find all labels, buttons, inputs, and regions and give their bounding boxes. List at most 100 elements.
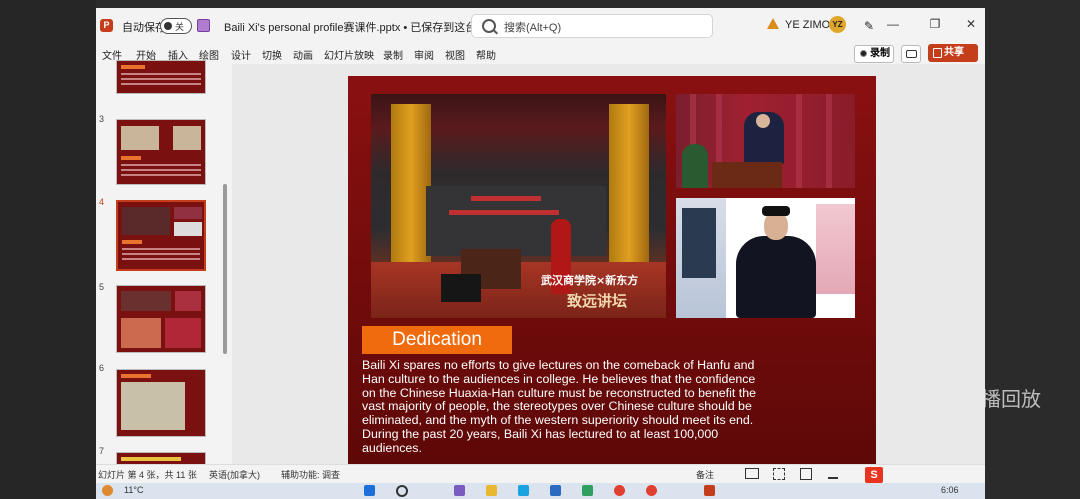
weather-temp: 11°C (124, 485, 144, 495)
explorer-icon[interactable] (486, 485, 497, 496)
slide-4[interactable]: 武汉商学院×新东方 致远讲坛 Dedication Baili Xi spare… (348, 76, 876, 466)
plant (682, 144, 708, 188)
speaker-face (764, 212, 788, 240)
thumbnail-scrollbar[interactable] (223, 184, 227, 354)
search-icon (482, 19, 496, 33)
thumb-text (121, 174, 201, 176)
comments-button[interactable] (901, 45, 921, 63)
body-line: on the Chinese Huaxia-Han culture must b… (362, 385, 756, 400)
avatar[interactable]: YZ (829, 16, 846, 33)
app-icon[interactable] (582, 485, 593, 496)
curtain (609, 104, 649, 269)
thumb-heading (121, 65, 145, 69)
thumb-heading (122, 240, 142, 244)
slide-number: 5 (99, 282, 105, 292)
body-line: audiences. (362, 440, 422, 455)
autosave-toggle[interactable]: 关 (160, 18, 192, 34)
thumb-text (122, 258, 200, 260)
thumb-text (122, 248, 200, 250)
speaker-figure (736, 236, 816, 318)
comment-icon (906, 50, 917, 58)
dedication-body: Baili Xi spares no efforts to give lectu… (362, 358, 862, 456)
slide-number: 3 (99, 114, 105, 124)
screen-text (471, 196, 541, 201)
minimize-button[interactable]: — (886, 17, 900, 31)
thumb-photo (173, 126, 201, 150)
tab-transitions[interactable]: 切换 (262, 47, 282, 62)
record-icon (860, 50, 867, 57)
thumb-text (121, 164, 201, 166)
thumb-photo (121, 318, 161, 348)
app-icon[interactable] (550, 485, 561, 496)
share-icon (933, 48, 942, 58)
accessibility-status[interactable]: 辅助功能: 调查 (281, 468, 340, 481)
thumb-photo (121, 291, 171, 311)
record-label: 录制 (870, 48, 890, 59)
pen-icon[interactable]: ✎ (864, 19, 876, 33)
speaker-face (756, 114, 770, 128)
reading-view-icon[interactable] (800, 468, 812, 480)
chrome-icon[interactable] (614, 485, 625, 496)
slide-thumbnail-panel: 3 4 5 6 7 (96, 60, 232, 472)
powerpoint-window: P 自动保存 关 Baili Xi's personal profile赛课件.… (96, 8, 985, 499)
ime-logo-icon[interactable]: S (865, 467, 883, 483)
thumb-text (121, 73, 201, 75)
tab-slideshow[interactable]: 幻灯片放映 (324, 47, 374, 62)
search-placeholder: 搜索(Alt+Q) (504, 22, 562, 34)
close-button[interactable]: ✕ (964, 17, 978, 31)
tab-help[interactable]: 帮助 (476, 47, 496, 62)
save-icon[interactable] (197, 19, 210, 32)
powerpoint-logo-icon: P (100, 19, 113, 32)
thumb-photo (174, 207, 202, 219)
thumb-photo (165, 318, 201, 348)
taskbar-search-icon[interactable] (396, 485, 408, 497)
slide-number: 4 (99, 197, 105, 207)
teams-icon[interactable] (454, 485, 465, 496)
clock: 6:06 (941, 485, 959, 495)
edge-icon[interactable] (518, 485, 529, 496)
powerpoint-taskbar-icon[interactable] (704, 485, 715, 496)
notes-button[interactable]: 备注 (696, 468, 714, 481)
curtain (391, 104, 431, 269)
slide-count: 幻灯片 第 4 张，共 11 张 (98, 470, 197, 480)
warning-icon[interactable] (767, 18, 779, 29)
tab-design[interactable]: 设计 (231, 47, 251, 62)
speaker-hat (762, 206, 790, 216)
thumbnail-image (116, 119, 206, 185)
body-line: During the past 20 years, Baili Xi has l… (362, 426, 719, 441)
slide-sorter-icon[interactable] (773, 468, 785, 480)
autosave-state: 关 (175, 22, 185, 32)
screen-text (449, 210, 559, 215)
thumbnail-image (116, 285, 206, 353)
language-indicator[interactable]: 英语(加拿大) (209, 468, 260, 481)
calligraphy-scroll (682, 208, 716, 278)
right-black-margin (985, 0, 1080, 499)
curtain-fold (826, 94, 832, 188)
user-name[interactable]: YE ZIMO (785, 19, 830, 31)
tab-record[interactable]: 录制 (383, 47, 403, 62)
loudspeaker (441, 274, 481, 302)
share-button[interactable]: 共享 (928, 44, 978, 62)
tab-animations[interactable]: 动画 (293, 47, 313, 62)
left-black-margin (0, 0, 96, 499)
thumb-photo (174, 222, 202, 236)
thumb-photo (121, 126, 159, 150)
dedication-heading: Dedication (362, 326, 512, 354)
thumb-heading (121, 156, 141, 160)
search-box[interactable]: 搜索(Alt+Q) (471, 14, 713, 38)
tab-view[interactable]: 视图 (445, 47, 465, 62)
tab-review[interactable]: 审阅 (414, 47, 434, 62)
start-icon[interactable] (364, 485, 375, 496)
curtain-fold (796, 94, 802, 188)
thumb-photo (175, 291, 201, 311)
maximize-button[interactable]: ❐ (928, 17, 942, 31)
record-button[interactable]: 录制 (854, 45, 894, 63)
lectern (712, 162, 782, 188)
document-title[interactable]: Baili Xi's personal profile赛课件.pptx • 已保… (224, 19, 511, 35)
chrome-icon[interactable] (646, 485, 657, 496)
thumbnail-image (116, 60, 206, 94)
photo-caption-line2: 致远讲坛 (567, 292, 628, 310)
slideshow-icon[interactable] (828, 468, 838, 479)
normal-view-icon[interactable] (745, 468, 759, 479)
thumb-text (121, 83, 201, 85)
